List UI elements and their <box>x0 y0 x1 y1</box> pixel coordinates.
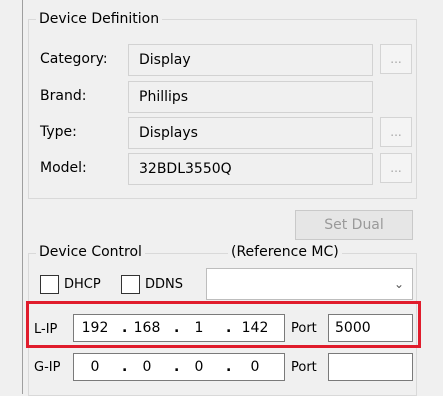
set-dual-button[interactable]: Set Dual <box>295 210 413 240</box>
window-left-border <box>22 0 23 394</box>
device-control-title: Device Control <box>36 243 145 261</box>
type-field: Displays <box>128 117 373 149</box>
category-field: Display <box>128 44 373 76</box>
gip-port-label: Port <box>291 360 317 375</box>
model-field: 32BDL3550Q <box>128 153 373 185</box>
lip-highlight-frame <box>26 301 421 348</box>
ddns-checkbox[interactable] <box>121 275 140 294</box>
gip-address-input[interactable]: 0 . 0 . 0 . 0 <box>73 353 285 381</box>
gip-octet-2[interactable]: 0 <box>130 354 164 380</box>
gip-dot-3: . <box>226 359 232 375</box>
gip-dot-1: . <box>122 359 128 375</box>
model-label: Model: <box>40 160 87 176</box>
gip-octet-3[interactable]: 0 <box>182 354 216 380</box>
category-label: Category: <box>40 51 108 67</box>
model-browse-button[interactable]: ... <box>380 153 412 183</box>
reference-mc-label: (Reference MC) <box>228 243 342 261</box>
ddns-label: DDNS <box>145 277 183 292</box>
gip-octet-4[interactable]: 0 <box>234 354 276 380</box>
dhcp-label: DHCP <box>64 277 101 292</box>
brand-label: Brand: <box>40 88 87 104</box>
type-browse-button[interactable]: ... <box>380 117 412 147</box>
gip-port-input[interactable] <box>328 353 413 381</box>
chevron-down-icon: ⌄ <box>393 277 405 291</box>
gip-octet-1[interactable]: 0 <box>78 354 112 380</box>
gip-dot-2: . <box>174 359 180 375</box>
gip-label: G-IP <box>34 360 61 375</box>
type-label: Type: <box>40 124 77 140</box>
device-definition-title: Device Definition <box>36 10 163 28</box>
brand-field: Phillips <box>128 81 373 113</box>
dhcp-checkbox[interactable] <box>40 275 59 294</box>
reference-mc-dropdown[interactable]: ⌄ <box>206 268 413 300</box>
category-browse-button[interactable]: ... <box>380 44 412 74</box>
